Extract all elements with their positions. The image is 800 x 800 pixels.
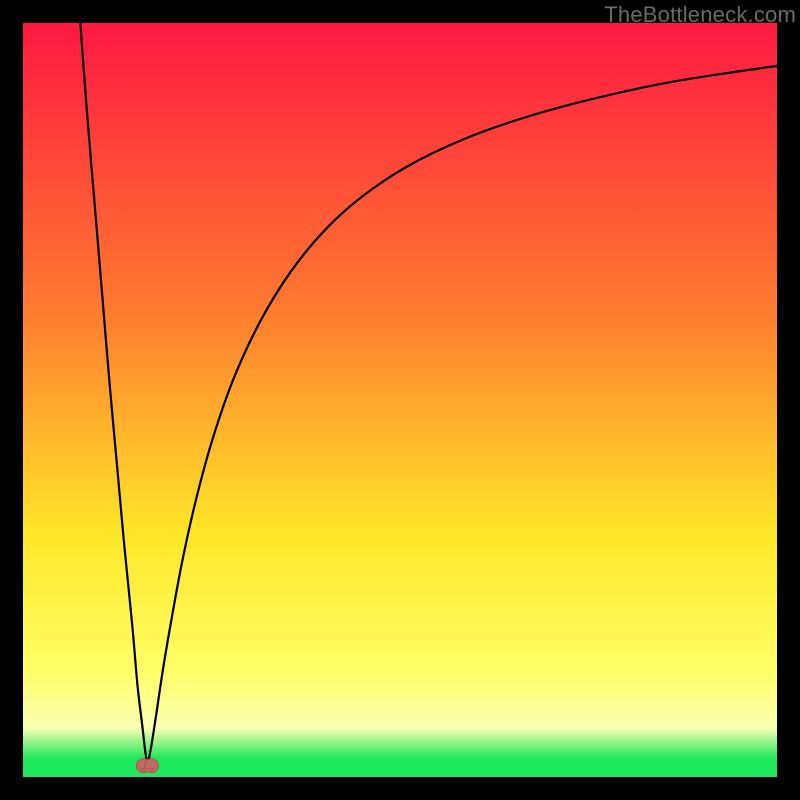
minimum-marker: [136, 759, 158, 773]
watermark-text: TheBottleneck.com: [604, 2, 796, 28]
chart-frame: [23, 23, 777, 777]
bottleneck-chart: [23, 23, 777, 777]
